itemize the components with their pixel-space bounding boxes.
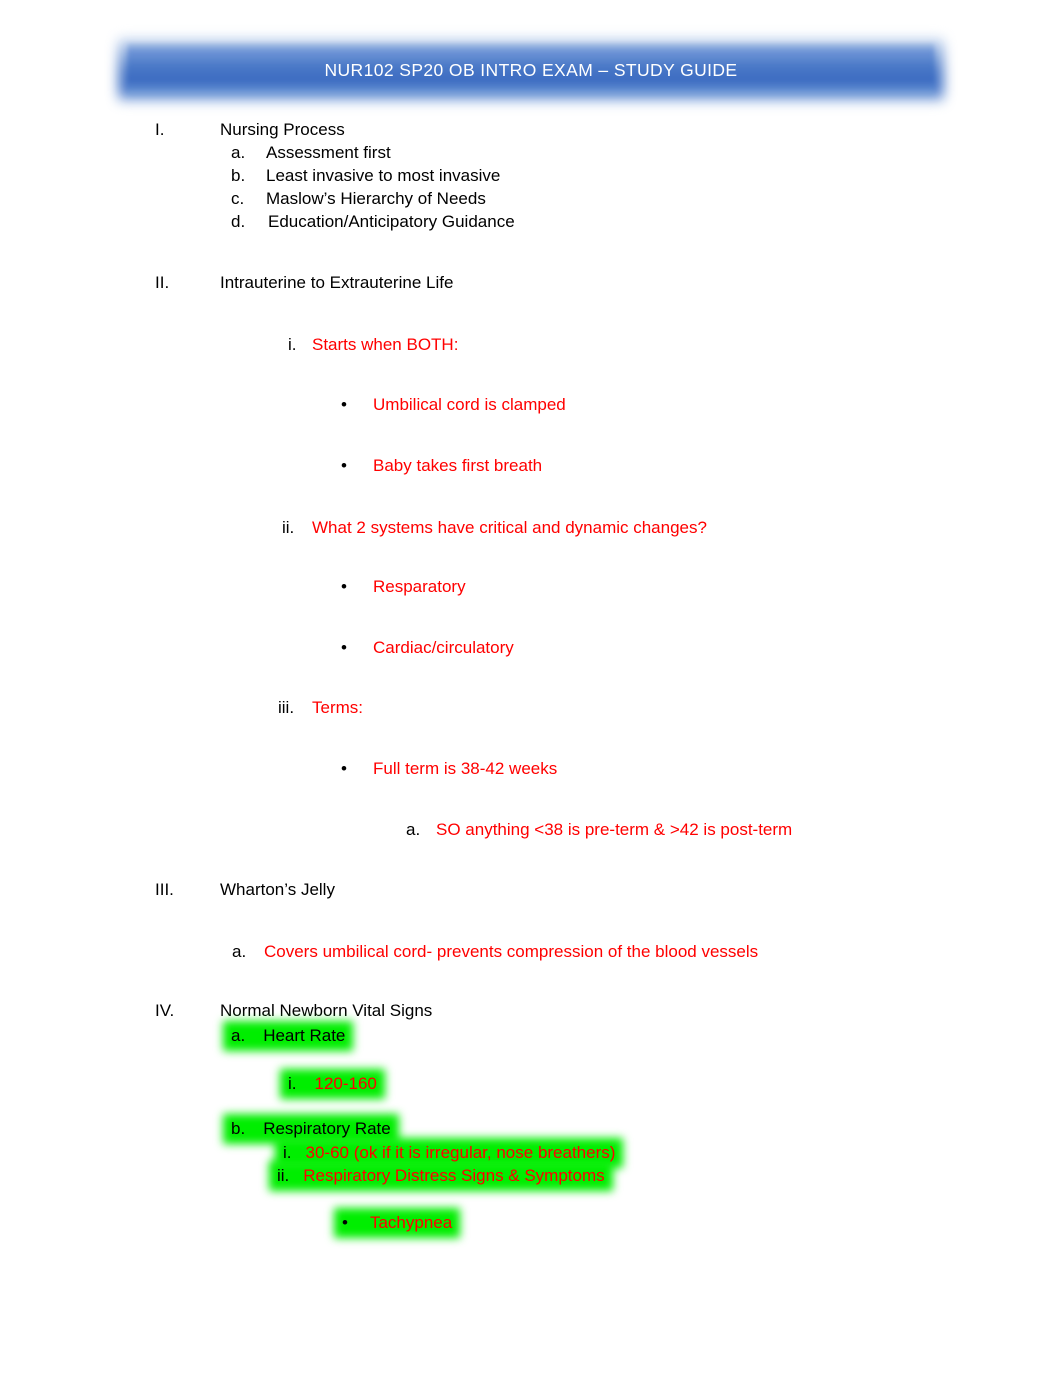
list-marker: i. bbox=[288, 335, 297, 354]
highlight-group: a. Heart Rate bbox=[226, 1023, 350, 1049]
section-heading-3: III. Wharton’s Jelly bbox=[0, 878, 1062, 901]
section-marker: III. bbox=[155, 880, 174, 899]
list-text: SO anything <38 is pre-term & >42 is pos… bbox=[436, 820, 793, 839]
list-text: Baby takes first breath bbox=[373, 456, 543, 475]
list-text: Resparatory bbox=[373, 577, 466, 596]
list-text: Respiratory Distress Signs & Symptoms bbox=[303, 1166, 605, 1185]
bullet-icon: • bbox=[341, 638, 347, 657]
bullet-icon: • bbox=[341, 456, 347, 475]
list-item: • Full term is 38-42 weeks bbox=[0, 757, 1062, 780]
list-marker: ii. bbox=[277, 1166, 290, 1185]
list-item: i. Starts when BOTH: bbox=[0, 333, 1062, 356]
section-marker: I. bbox=[155, 120, 165, 139]
list-text: Assessment first bbox=[266, 143, 391, 162]
bullet-icon: • bbox=[341, 577, 347, 596]
list-item-highlighted: i. 30-60 (ok if it is irregular, nose bre… bbox=[0, 1140, 1062, 1163]
bullet-icon: • bbox=[342, 1213, 348, 1232]
section-heading-4: IV. Normal Newborn Vital Signs bbox=[0, 999, 1062, 1022]
section-marker: IV. bbox=[155, 1001, 175, 1020]
list-marker: b. bbox=[231, 1119, 246, 1138]
section-title: Wharton’s Jelly bbox=[220, 880, 335, 899]
section-title: Normal Newborn Vital Signs bbox=[220, 1001, 433, 1020]
section-title: Intrauterine to Extrauterine Life bbox=[220, 273, 454, 292]
list-item-highlighted: b. Respiratory Rate bbox=[0, 1116, 1062, 1139]
list-text: 120-160 bbox=[314, 1074, 377, 1093]
section-marker: II. bbox=[155, 273, 170, 292]
list-text: Full term is 38-42 weeks bbox=[373, 759, 558, 778]
list-item: a. SO anything <38 is pre-term & >42 is … bbox=[0, 818, 1062, 841]
document-title: NUR102 SP20 OB INTRO EXAM – STUDY GUIDE bbox=[324, 59, 738, 80]
list-item: • Baby takes first breath bbox=[0, 454, 1062, 477]
bullet-icon: • bbox=[341, 395, 347, 414]
list-item: • Resparatory bbox=[0, 575, 1062, 598]
list-text: Umbilical cord is clamped bbox=[373, 395, 566, 414]
list-marker: a. bbox=[232, 942, 247, 961]
list-item-highlighted: i. 120-160 bbox=[0, 1071, 1062, 1094]
green-highlight: i. 120-160 bbox=[283, 1071, 382, 1097]
list-text: Cardiac/circulatory bbox=[373, 638, 514, 657]
list-marker: i. bbox=[283, 1143, 292, 1162]
list-item-highlighted: a. Heart Rate bbox=[0, 1023, 1062, 1046]
green-highlight: • Tachypnea bbox=[337, 1210, 457, 1236]
list-item: ii. What 2 systems have critical and dyn… bbox=[0, 516, 1062, 539]
list-item: c. Maslow’s Hierarchy of Needs bbox=[0, 187, 1062, 210]
list-item: a. Assessment first bbox=[0, 141, 1062, 164]
list-item: • Cardiac/circulatory bbox=[0, 636, 1062, 659]
list-text: Least invasive to most invasive bbox=[266, 166, 501, 185]
list-marker: b. bbox=[231, 166, 246, 185]
bullet-icon: • bbox=[341, 759, 347, 778]
document-title-banner: NUR102 SP20 OB INTRO EXAM – STUDY GUIDE bbox=[118, 38, 944, 102]
list-text: Terms: bbox=[312, 698, 363, 717]
list-text: Respiratory Rate bbox=[263, 1119, 391, 1138]
list-marker: i. bbox=[288, 1074, 297, 1093]
list-text: 30-60 (ok if it is irregular, nose breat… bbox=[305, 1143, 616, 1162]
list-marker: ii. bbox=[282, 518, 295, 537]
highlight-group: • Tachypnea bbox=[337, 1210, 457, 1236]
green-highlight: ii. Respiratory Distress Signs & Symptoms bbox=[272, 1163, 610, 1189]
highlight-group: ii. Respiratory Distress Signs & Symptoms bbox=[272, 1163, 610, 1189]
list-marker: a. bbox=[406, 820, 421, 839]
section-heading-1: I. Nursing Process bbox=[0, 118, 1062, 141]
list-text: Heart Rate bbox=[263, 1026, 346, 1045]
list-item-highlighted: • Tachypnea bbox=[0, 1210, 1062, 1233]
document-body: I. Nursing Process a. Assessment first b… bbox=[0, 118, 1062, 1233]
list-marker: d. bbox=[231, 212, 246, 231]
list-text: Tachypnea bbox=[369, 1213, 453, 1232]
list-item: iii. Terms: bbox=[0, 696, 1062, 719]
list-text: Education/Anticipatory Guidance bbox=[268, 212, 515, 231]
list-marker: a. bbox=[231, 1026, 246, 1045]
green-highlight: a. Heart Rate bbox=[226, 1023, 350, 1049]
list-item: b. Least invasive to most invasive bbox=[0, 164, 1062, 187]
highlight-group: i. 120-160 bbox=[283, 1071, 382, 1097]
section-title: Nursing Process bbox=[220, 120, 345, 139]
list-item: • Umbilical cord is clamped bbox=[0, 393, 1062, 416]
list-text: Covers umbilical cord- prevents compress… bbox=[264, 942, 759, 961]
list-item: d. Education/Anticipatory Guidance bbox=[0, 210, 1062, 233]
list-marker: iii. bbox=[278, 698, 295, 717]
section-heading-2: II. Intrauterine to Extrauterine Life bbox=[0, 271, 1062, 294]
list-text: What 2 systems have critical and dynamic… bbox=[312, 518, 707, 537]
list-text: Starts when BOTH: bbox=[312, 335, 459, 354]
list-item-highlighted: ii. Respiratory Distress Signs & Symptoms bbox=[0, 1163, 1062, 1186]
list-marker: c. bbox=[231, 189, 245, 208]
list-item: a. Covers umbilical cord- prevents compr… bbox=[0, 940, 1062, 963]
list-marker: a. bbox=[231, 143, 246, 162]
list-text: Maslow’s Hierarchy of Needs bbox=[266, 189, 486, 208]
